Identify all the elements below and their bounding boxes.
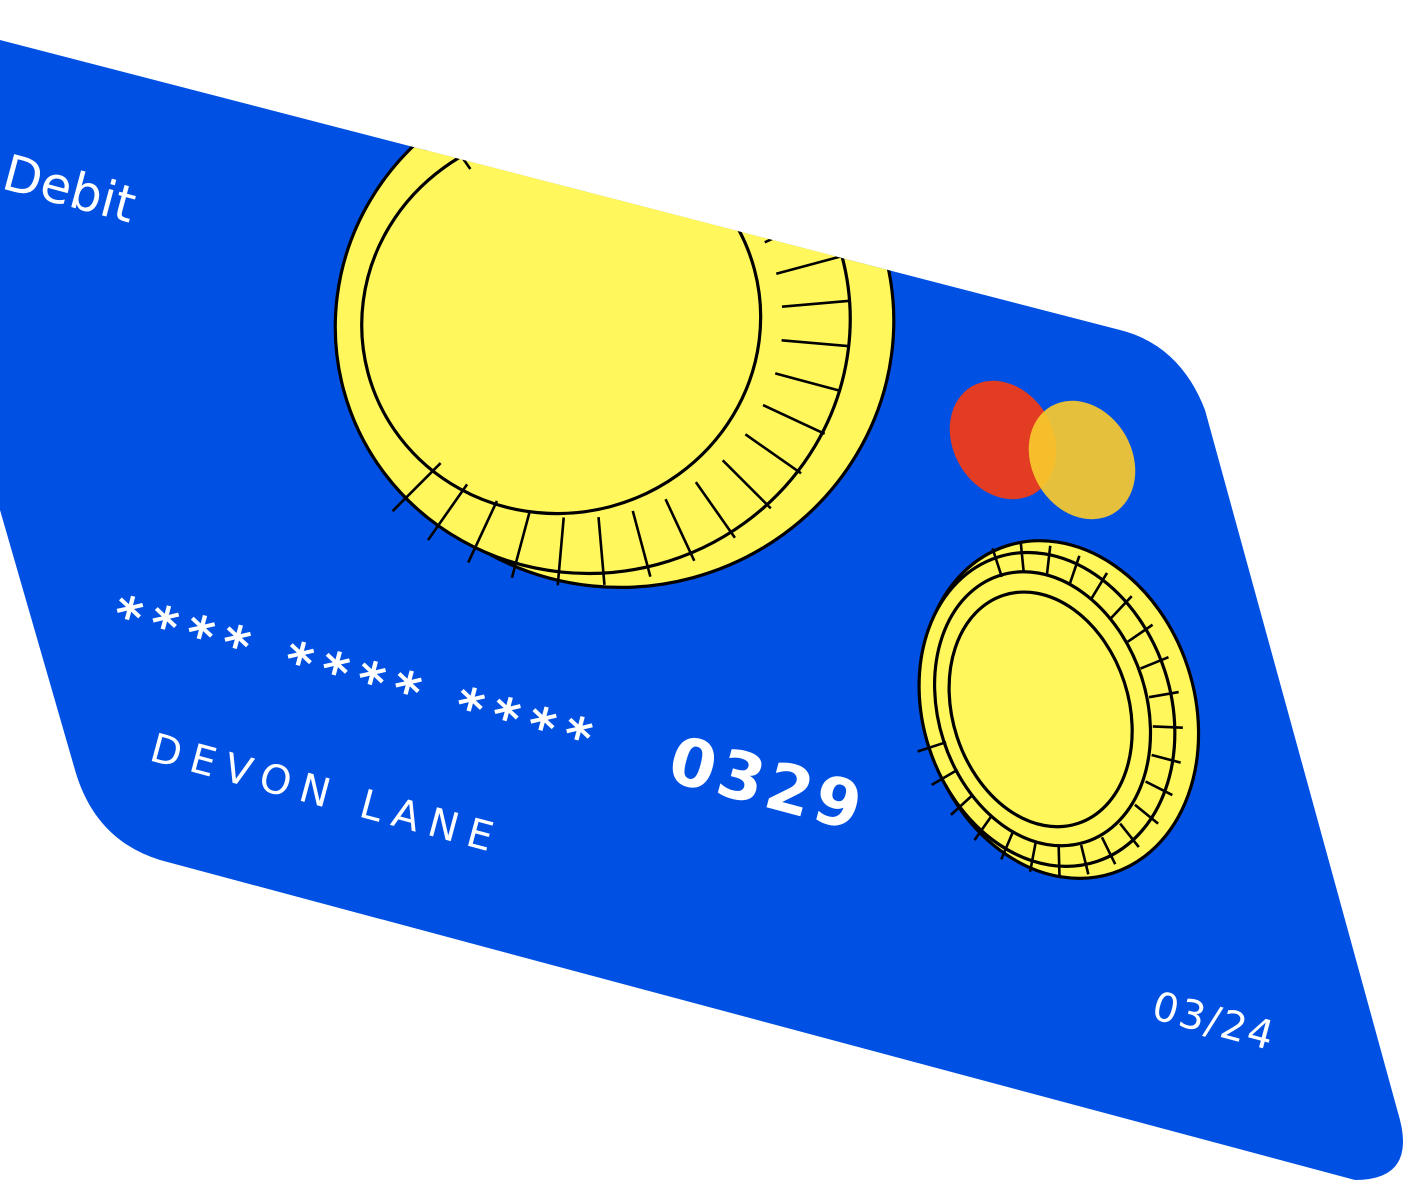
coin-rim-tick — [698, 110, 740, 168]
coin-rim-tick — [560, 65, 569, 134]
coin-rim-tick — [668, 87, 700, 151]
coin-rim-tick — [764, 212, 827, 244]
debit-card-illustration: Debit **** **** **** 0329 DEVON LANE 03/… — [0, 40, 1403, 1180]
coin-rim-tick — [635, 72, 656, 140]
coin-rim-tick — [724, 138, 775, 189]
coin-rim-tick — [746, 173, 805, 215]
coin-rim-tick — [601, 65, 610, 134]
coin-rim-tick — [514, 74, 535, 141]
coin-rim-tick — [470, 89, 502, 153]
